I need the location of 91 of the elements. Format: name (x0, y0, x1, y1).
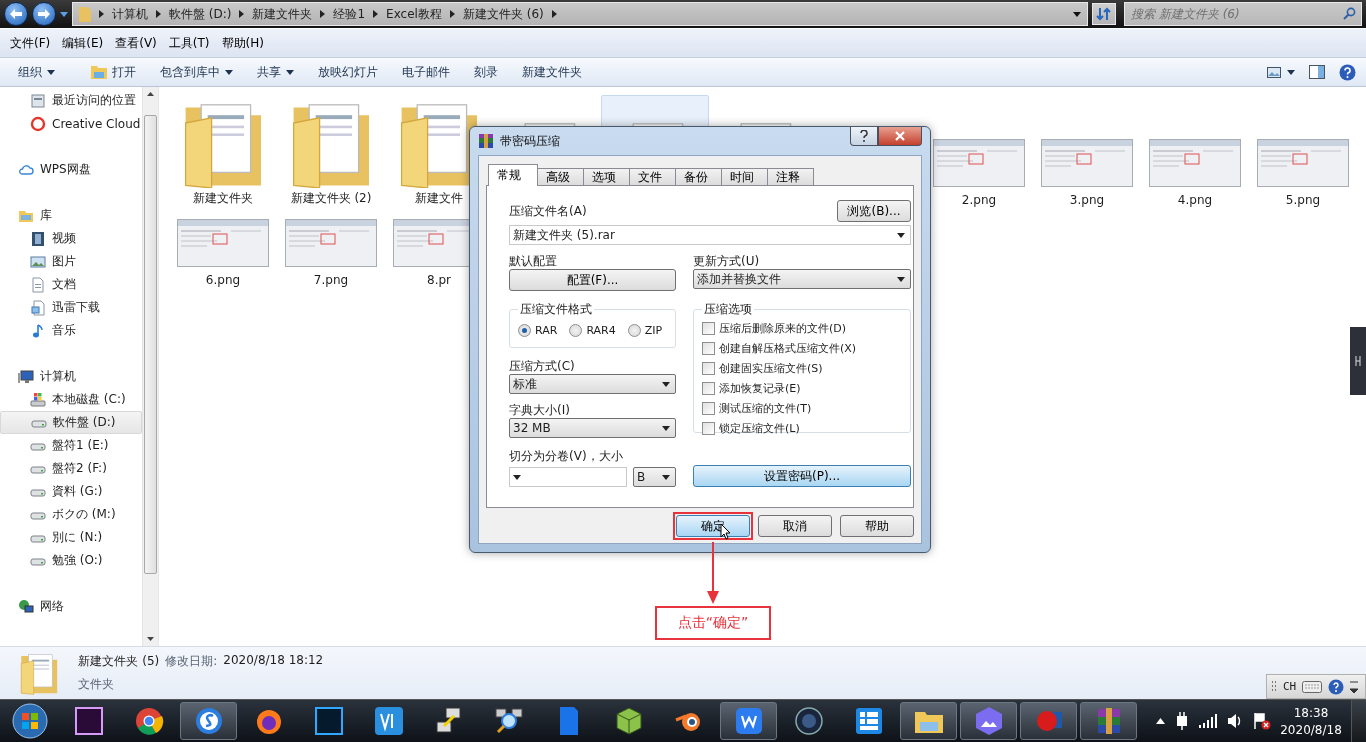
callout-note: 点击“确定” (655, 606, 771, 640)
toolbar-button[interactable]: 刻录 (464, 60, 508, 84)
tab[interactable]: 时间 (721, 168, 768, 186)
archive-name-field[interactable]: 新建文件夹 (5).rar (509, 225, 911, 245)
file-type: 文件夹 (78, 676, 116, 693)
toolbar-button[interactable]: 新建文件夹 (512, 60, 592, 84)
address-field[interactable]: 计算机 軟件盤 (D:) 新建文件夹 经验1 Excel教程 新建文件夹 (6) (72, 2, 1088, 26)
toolbar-button[interactable]: 共享 (247, 60, 304, 84)
sidebar-item[interactable]: 库 (0, 204, 142, 227)
date-label: 修改日期: (165, 653, 218, 670)
breadcrumb[interactable]: Excel教程 (386, 5, 442, 23)
breadcrumb[interactable]: 经验1 (333, 5, 366, 23)
radio-option[interactable]: ZIP (627, 324, 663, 337)
field-label: 默认配置 (509, 253, 558, 269)
sidebar-item[interactable]: 別に (N:) (0, 526, 142, 549)
file-item[interactable]: 2.png (925, 95, 1033, 211)
checkbox-option[interactable]: 压缩后删除原来的文件(D) (702, 321, 902, 336)
sidebar-item[interactable]: 网络 (0, 595, 142, 618)
toolbar-button[interactable]: 包含到库中 (150, 60, 243, 84)
file-item[interactable]: 新建文件夹 (2) (277, 95, 385, 211)
toolbar-button[interactable]: 打开 (81, 60, 146, 84)
sidebar-item[interactable]: 文档 (0, 273, 142, 296)
breadcrumb[interactable]: 计算机 (112, 5, 148, 23)
toolbar-button[interactable]: 组织 (8, 60, 65, 84)
dialog-button[interactable]: 确定 (676, 515, 750, 537)
file-item[interactable]: 新建文件夹 (169, 95, 277, 211)
sidebar-item[interactable]: 軟件盤 (D:) (0, 411, 142, 434)
date-value: 2020/8/18 18:12 (223, 653, 324, 669)
file-item[interactable]: 6.png (169, 211, 277, 291)
language-label[interactable]: CH (1283, 680, 1297, 693)
toolbar-button[interactable]: 电子邮件 (392, 60, 460, 84)
breadcrumb[interactable]: 新建文件夹 (252, 5, 313, 23)
menu-item[interactable]: 查看(V) (109, 32, 163, 54)
tab[interactable]: 备份 (675, 168, 722, 186)
dropdown[interactable]: 添加并替换文件 (693, 269, 911, 289)
window-title: 带密码压缩 (500, 132, 560, 150)
checkbox-option[interactable]: 创建自解压格式压缩文件(X) (702, 341, 902, 356)
toolbar-button[interactable]: 放映幻灯片 (308, 60, 388, 84)
clock[interactable]: 18:38 2020/8/18 (1281, 705, 1341, 737)
radio-option[interactable]: RAR4 (569, 324, 616, 337)
unit-dropdown[interactable]: B (633, 467, 676, 487)
sidebar-item[interactable]: 資料 (G:) (0, 480, 142, 503)
menu-item[interactable]: 文件(F) (4, 32, 57, 54)
breadcrumb[interactable]: 新建文件夹 (6) (462, 5, 544, 23)
sidebar-item[interactable]: 勉強 (O:) (0, 549, 142, 572)
field-label: 压缩方式(C) (509, 358, 576, 374)
checkbox-option[interactable]: 创建固实压缩文件(S) (702, 361, 902, 376)
sidebar-item[interactable]: 本地磁盘 (C:) (0, 388, 142, 411)
set-password-button[interactable]: 设置密码(P)... (693, 465, 911, 487)
group-label: 压缩文件格式 (519, 301, 593, 318)
file-item[interactable]: 7.png (277, 211, 385, 291)
sidebar-item[interactable]: 最近访问的位置 (0, 89, 142, 112)
sidebar-item[interactable]: WPS网盘 (0, 158, 142, 181)
field-label: 更新方式(U) (693, 253, 761, 269)
sidebar-item[interactable]: 迅雷下载 (0, 296, 142, 319)
field-label: 切分为分卷(V)，大小 (509, 448, 624, 464)
browse-button[interactable]: 浏览(B)... (837, 200, 911, 222)
profile-button[interactable]: 配置(F)... (509, 269, 676, 291)
tab[interactable]: 文件 (629, 168, 676, 186)
dialog-button[interactable]: 取消 (758, 515, 832, 537)
menu-item[interactable]: 编辑(E) (56, 32, 110, 54)
sidebar-item[interactable]: 盤符2 (F:) (0, 457, 142, 480)
checkbox-option[interactable]: 锁定压缩文件(L) (702, 421, 902, 436)
tab[interactable]: 注释 (767, 168, 814, 186)
radio-option[interactable]: RAR (518, 324, 558, 337)
search-field[interactable]: 搜索 新建文件夹 (6) (1124, 2, 1362, 26)
file-item[interactable]: 4.png (1141, 95, 1249, 211)
dropdown[interactable]: 32 MB (509, 418, 676, 438)
breadcrumb[interactable]: 軟件盤 (D:) (169, 5, 232, 23)
sidebar-item[interactable]: 视频 (0, 227, 142, 250)
field-label: 压缩文件名(A) (509, 203, 587, 219)
sidebar-item[interactable]: Creative Cloud (0, 112, 142, 135)
tab[interactable]: 高级 (537, 168, 584, 186)
checkbox-option[interactable]: 测试压缩的文件(T) (702, 401, 902, 416)
menu-item[interactable]: 帮助(H) (215, 32, 270, 54)
sidebar-item[interactable]: 音乐 (0, 319, 142, 342)
sidebar-item[interactable]: 图片 (0, 250, 142, 273)
sidebar-item[interactable]: ボクの (M:) (0, 503, 142, 526)
file-item[interactable]: 3.png (1033, 95, 1141, 211)
sidebar-item[interactable]: 计算机 (0, 365, 142, 388)
tab[interactable]: 常规 (488, 164, 538, 186)
dropdown[interactable]: 标准 (509, 374, 676, 394)
dialog-button[interactable]: 帮助 (840, 515, 914, 537)
file-item[interactable]: 5.png (1249, 95, 1357, 211)
group-label: 压缩选项 (703, 301, 753, 318)
file-name: 新建文件夹 (5) (78, 653, 160, 670)
tab[interactable]: 选项 (583, 168, 630, 186)
checkbox-option[interactable]: 添加恢复记录(E) (702, 381, 902, 396)
field-label: 字典大小(I) (509, 402, 571, 418)
sidebar-item[interactable]: 盤符1 (E:) (0, 434, 142, 457)
menu-item[interactable]: 工具(T) (162, 32, 216, 54)
